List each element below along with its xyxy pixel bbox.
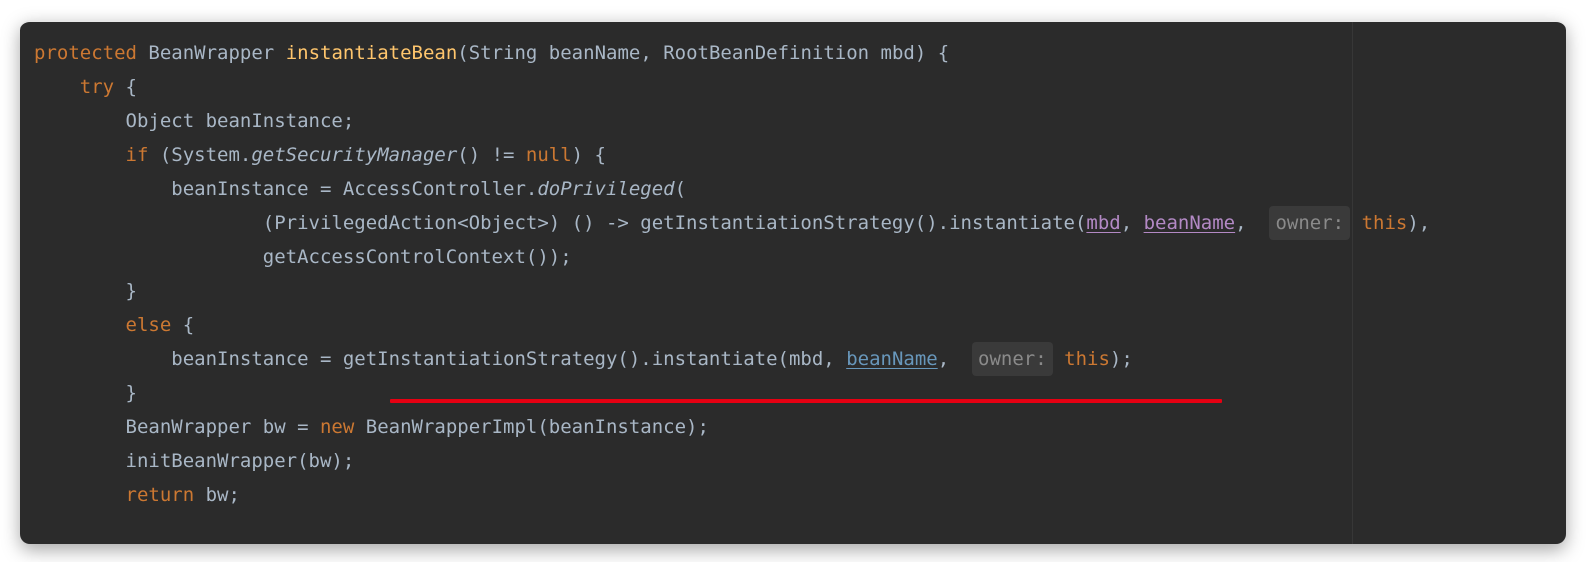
line-13: initBeanWrapper(bw); [126,450,355,472]
return-type: BeanWrapper [148,42,274,64]
line-7: getAccessControlContext()); [263,246,572,268]
keyword-new: new [320,416,354,438]
keyword-this-1: this [1362,212,1408,234]
param-beanname-link-1[interactable]: beanName [1144,212,1236,234]
static-method-gsm: getSecurityManager [251,144,457,166]
keyword-null: null [526,144,572,166]
keyword-if: if [126,144,149,166]
param-beanname-link-2[interactable]: beanName [846,348,938,370]
keyword-else: else [126,314,172,336]
static-method-doprivileged: doPrivileged [537,178,674,200]
keyword-protected: protected [34,42,137,64]
inlay-hint-owner-1: owner: [1269,206,1350,240]
inlay-hint-owner-2: owner: [972,342,1053,376]
param-mbd-link[interactable]: mbd [1086,212,1120,234]
keyword-return: return [126,484,195,506]
red-underline-annotation [390,399,1222,403]
method-name: instantiateBean [286,42,458,64]
right-margin-guide [1352,22,1353,544]
code-editor[interactable]: protected BeanWrapper instantiateBean(St… [20,20,1566,544]
method-params: (String beanName, RootBeanDefinition mbd… [457,42,949,64]
code-block[interactable]: protected BeanWrapper instantiateBean(St… [20,22,1566,512]
line-3: Object beanInstance; [126,110,355,132]
keyword-try: try [80,76,114,98]
brace-close-else: } [126,382,137,404]
brace-close-if: } [126,280,137,302]
keyword-this-2: this [1064,348,1110,370]
